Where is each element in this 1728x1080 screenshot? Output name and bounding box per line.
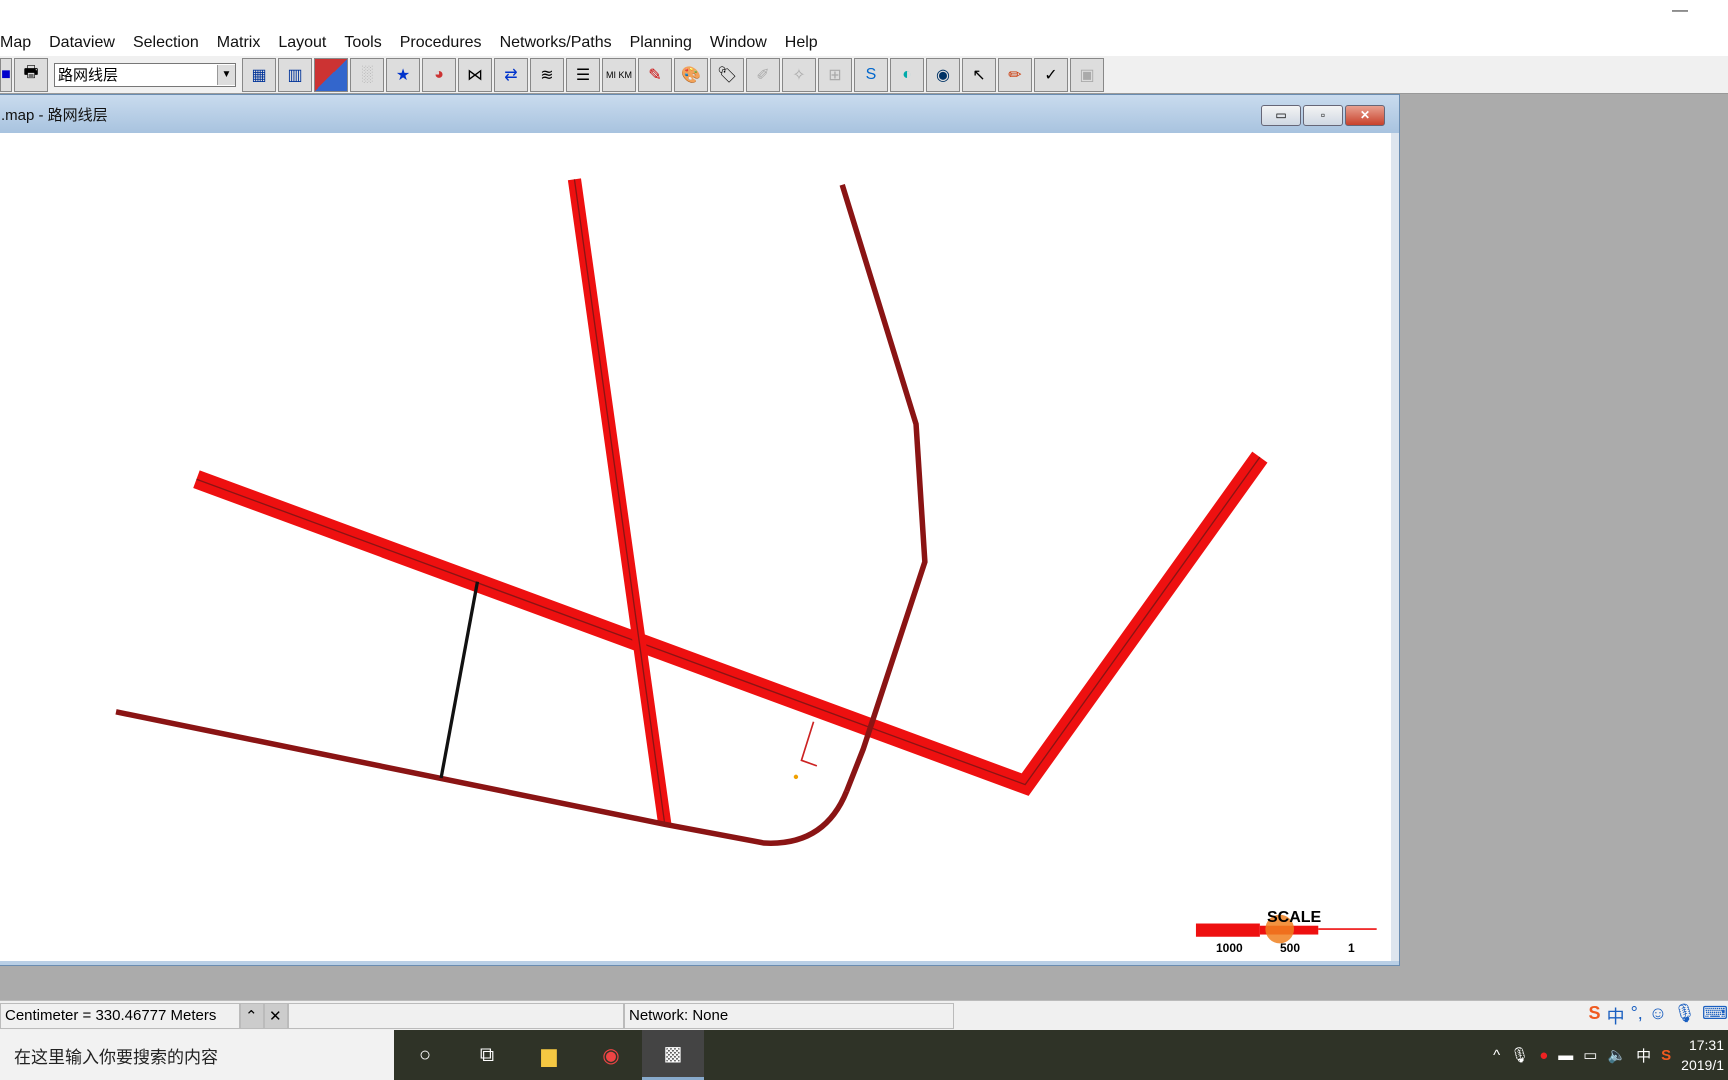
taskbar: 在这里输入你要搜索的内容 ○ ⧉ ▆ ◉ ▩ ^ 🎙 ● ▬ ▭ 🔈 中 S 1… xyxy=(0,1030,1728,1080)
scale-title: SCALE xyxy=(1267,909,1322,926)
connector-road[interactable] xyxy=(439,581,480,779)
menu-dataview[interactable]: Dataview xyxy=(40,34,124,52)
date: 2019/1 xyxy=(1681,1057,1724,1073)
major-road-2[interactable] xyxy=(567,178,672,826)
punct-icon[interactable]: °, xyxy=(1631,1003,1643,1029)
time: 17:31 xyxy=(1688,1037,1724,1053)
pie-chart-icon[interactable]: ◕ xyxy=(422,57,456,92)
map-window-titlebar[interactable]: .map - 路网线层 xyxy=(0,95,1399,133)
app-minimize-button[interactable]: — xyxy=(1672,2,1688,20)
emoji-icon[interactable]: ☺ xyxy=(1649,1003,1667,1029)
chrome-icon[interactable]: ◉ xyxy=(580,1030,642,1080)
scaled-symbol-icon[interactable]: ★ xyxy=(386,57,420,92)
maximize-button[interactable]: ▫ xyxy=(1303,105,1343,126)
menu-networks-paths[interactable]: Networks/Paths xyxy=(491,34,621,52)
minor-road[interactable] xyxy=(839,184,928,793)
scale-status: Centimeter = 330.46777 Meters xyxy=(0,1002,240,1029)
transcad-icon[interactable]: ▩ xyxy=(642,1030,704,1080)
chevron-up-icon[interactable]: ^ xyxy=(1493,1047,1500,1064)
dot-density-icon[interactable]: ░ xyxy=(350,57,384,92)
sogou-tray-icon[interactable]: S xyxy=(1661,1047,1671,1064)
dataview-icon[interactable]: ▦ xyxy=(242,57,276,92)
map-svg xyxy=(115,178,1377,944)
cortana-icon[interactable]: ○ xyxy=(394,1030,456,1080)
color-edit-icon[interactable]: ✏ xyxy=(998,57,1032,92)
menu-tools[interactable]: Tools xyxy=(335,34,390,52)
ime-chinese-icon[interactable]: 中 xyxy=(1607,1003,1625,1029)
label-icon[interactable]: 🏷 xyxy=(710,57,744,92)
minimize-button[interactable]: ▭ xyxy=(1261,105,1301,126)
grid-icon[interactable]: ⊞ xyxy=(818,57,852,92)
menu-map[interactable]: Map xyxy=(0,34,40,52)
mic-tray-icon[interactable]: 🎙 xyxy=(1510,1046,1529,1064)
save-icon[interactable]: ■ xyxy=(0,57,12,92)
menu-selection[interactable]: Selection xyxy=(124,34,208,52)
map-canvas[interactable]: SCALE 1000 500 1 xyxy=(0,133,1391,961)
layer-select[interactable]: 路网线层 ▼ xyxy=(54,62,236,87)
chart-icon[interactable]: ▥ xyxy=(278,57,312,92)
scale-label-500: 500 xyxy=(1280,941,1301,955)
route-icon[interactable]: S xyxy=(854,57,888,92)
close-button[interactable]: ✕ xyxy=(1345,105,1385,126)
menu-layout[interactable]: Layout xyxy=(269,34,335,52)
layers-icon[interactable]: ≋ xyxy=(530,57,564,92)
overlay-icon[interactable]: ◐ xyxy=(890,57,924,92)
window-border xyxy=(1391,133,1399,961)
map-window: .map - 路网线层 ▭ ▫ ✕ SCALE 1000 500 1 xyxy=(0,94,1400,966)
flow-icon[interactable]: ⇄ xyxy=(494,57,528,92)
menu-bar: Map Dataview Selection Matrix Layout Too… xyxy=(0,30,1728,56)
system-tray: ^ 🎙 ● ▬ ▭ 🔈 中 S 17:31 2019/1 xyxy=(1493,1030,1728,1080)
print-icon[interactable]: 🖶 xyxy=(14,57,48,92)
map-window-title: .map - 路网线层 xyxy=(1,106,108,124)
major-road-1[interactable] xyxy=(193,451,1268,796)
scale-label-1000: 1000 xyxy=(1216,941,1243,955)
taskbar-search[interactable]: 在这里输入你要搜索的内容 xyxy=(0,1030,394,1080)
small-link[interactable] xyxy=(800,721,818,767)
scale-label-1: 1 xyxy=(1348,941,1355,955)
palette-icon[interactable]: 🎨 xyxy=(674,57,708,92)
menu-help[interactable]: Help xyxy=(776,34,827,52)
network-icon[interactable]: ⋈ xyxy=(458,57,492,92)
app-title-strip: — xyxy=(0,0,1728,30)
chart-toggle-icon[interactable]: ⌃ xyxy=(240,1002,264,1029)
battery-icon[interactable]: ▬ xyxy=(1558,1047,1573,1064)
pin-icon[interactable]: ✧ xyxy=(782,57,816,92)
close-status-icon[interactable]: ✕ xyxy=(264,1002,288,1029)
highlighter-icon[interactable]: ✎ xyxy=(638,57,672,92)
ime-tray[interactable]: 中 xyxy=(1636,1045,1651,1066)
ime-toolbar[interactable]: S 中 °, ☺ 🎙 ⌨ xyxy=(1589,1003,1728,1029)
menu-matrix[interactable]: Matrix xyxy=(208,34,270,52)
chevron-down-icon[interactable]: ▼ xyxy=(217,64,235,85)
menu-window[interactable]: Window xyxy=(701,34,776,52)
volume-icon[interactable]: 🔈 xyxy=(1607,1046,1626,1064)
menu-planning[interactable]: Planning xyxy=(621,34,701,52)
select-pointer-icon[interactable]: ↖ xyxy=(962,57,996,92)
minor-road-curve[interactable] xyxy=(115,709,850,846)
edit-map-icon[interactable]: ✐ xyxy=(746,57,780,92)
sogou-icon[interactable]: S xyxy=(1589,1003,1601,1029)
mic-icon[interactable]: 🎙 xyxy=(1673,1003,1696,1029)
status-blank xyxy=(288,1002,624,1029)
table-disabled-icon[interactable]: ▣ xyxy=(1070,57,1104,92)
layer-select-value: 路网线层 xyxy=(58,67,119,84)
check-table-icon[interactable]: ✓ xyxy=(1034,57,1068,92)
globe-icon[interactable]: ◉ xyxy=(926,57,960,92)
status-bar: Centimeter = 330.46777 Meters ⌃ ✕ Networ… xyxy=(0,1000,1728,1030)
keyboard-icon[interactable]: ⌨ xyxy=(1702,1003,1728,1029)
toolbar: ■ 🖶 路网线层 ▼ ▦ ▥ ░ ★ ◕ ⋈ ⇄ ≋ ☰ MI KM ✎ 🎨 🏷 … xyxy=(0,56,1728,94)
network-status: Network: None xyxy=(624,1002,954,1029)
units-icon[interactable]: MI KM xyxy=(602,57,636,92)
record-icon[interactable]: ● xyxy=(1539,1047,1548,1064)
theme-icon[interactable] xyxy=(314,57,348,92)
node-point[interactable] xyxy=(793,774,799,780)
menu-procedures[interactable]: Procedures xyxy=(391,34,491,52)
list-icon[interactable]: ☰ xyxy=(566,57,600,92)
clock[interactable]: 17:31 2019/1 xyxy=(1681,1035,1724,1075)
network-icon[interactable]: ▭ xyxy=(1583,1046,1597,1064)
file-explorer-icon[interactable]: ▆ xyxy=(518,1030,580,1080)
task-view-icon[interactable]: ⧉ xyxy=(456,1030,518,1080)
